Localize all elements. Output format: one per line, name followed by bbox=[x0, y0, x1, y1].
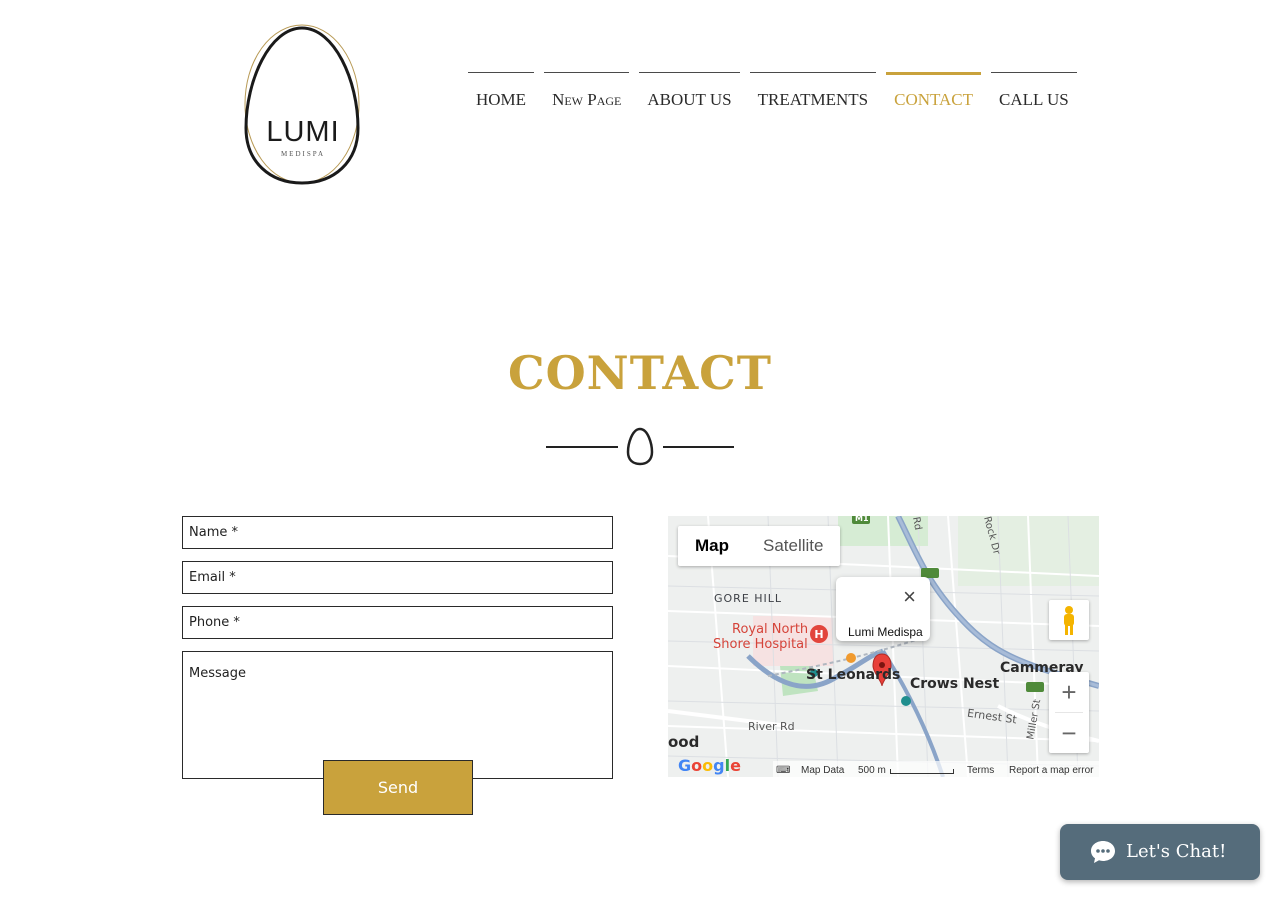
chat-bubble-icon bbox=[1091, 841, 1115, 863]
map-data-link[interactable]: Map Data bbox=[801, 765, 844, 776]
map-type-toggle: Map Satellite bbox=[678, 526, 841, 566]
map-scale-bar bbox=[890, 769, 954, 774]
logo-wordmark: LUMI bbox=[266, 116, 340, 148]
zoom-in-button[interactable]: + bbox=[1049, 672, 1089, 712]
name-field bbox=[182, 516, 613, 549]
egg-logo-icon bbox=[244, 24, 360, 185]
main-nav: HOME New Page ABOUT US TREATMENTS CONTAC… bbox=[468, 72, 1077, 112]
map-label-crows-nest: Crows Nest bbox=[910, 676, 1000, 692]
street-view-pegman-icon[interactable] bbox=[1049, 600, 1089, 640]
map-label-wood: ood bbox=[668, 733, 700, 751]
logo-subtext: MEDISPA bbox=[280, 150, 326, 158]
page-title: CONTACT bbox=[508, 346, 772, 400]
nav-about-us[interactable]: ABOUT US bbox=[639, 72, 740, 112]
map-type-map-button[interactable]: Map bbox=[678, 526, 746, 566]
google-logo: Google bbox=[678, 756, 741, 775]
chat-widget-button[interactable]: Let's Chat! bbox=[1060, 824, 1260, 880]
map-label-shore-hospital: Shore Hospital bbox=[713, 637, 808, 652]
map-label-rd: Rd bbox=[910, 516, 924, 532]
close-icon[interactable]: × bbox=[903, 585, 916, 609]
map-label-st-leonards: St Leonards bbox=[806, 667, 901, 683]
map-label-royal-north: Royal North bbox=[732, 622, 809, 637]
zoom-out-button[interactable]: − bbox=[1049, 713, 1089, 753]
nav-home[interactable]: HOME bbox=[468, 72, 535, 112]
nav-call-us[interactable]: CALL US bbox=[991, 72, 1077, 112]
google-map[interactable]: H GORE HILL Royal North Shore Hospital S… bbox=[668, 516, 1099, 777]
egg-divider-icon bbox=[546, 427, 734, 466]
email-field bbox=[182, 561, 613, 594]
svg-text:H: H bbox=[814, 628, 823, 641]
send-button[interactable]: Send bbox=[323, 760, 473, 815]
phone-input[interactable] bbox=[183, 607, 612, 638]
info-place-name: Lumi Medispa bbox=[848, 625, 923, 639]
nav-contact[interactable]: CONTACT bbox=[886, 72, 982, 112]
lumi-logo[interactable]: LUMI MEDISPA bbox=[240, 20, 368, 188]
map-zoom-controls: + − bbox=[1049, 672, 1089, 753]
name-input[interactable] bbox=[183, 517, 612, 548]
map-label-gore-hill: GORE HILL bbox=[714, 592, 783, 605]
map-scale-label[interactable]: 500 m bbox=[858, 765, 886, 776]
keyboard-shortcuts-icon[interactable]: ⌨ bbox=[776, 765, 790, 776]
map-type-satellite-button[interactable]: Satellite bbox=[746, 526, 840, 566]
map-info-window: × Lumi Medispa bbox=[836, 577, 930, 641]
nav-new-page[interactable]: New Page bbox=[544, 72, 630, 112]
map-label-m1: M1 bbox=[855, 516, 869, 523]
map-footer: Google ⌨ Map Data 500 m Terms Report a m… bbox=[668, 756, 1099, 777]
terms-link[interactable]: Terms bbox=[967, 765, 994, 776]
report-map-error-link[interactable]: Report a map error bbox=[1009, 765, 1093, 776]
nav-treatments[interactable]: TREATMENTS bbox=[749, 72, 877, 112]
map-label-river-rd: River Rd bbox=[748, 720, 795, 733]
phone-field bbox=[182, 606, 613, 639]
email-input[interactable] bbox=[183, 562, 612, 593]
chat-label: Let's Chat! bbox=[1126, 841, 1227, 862]
